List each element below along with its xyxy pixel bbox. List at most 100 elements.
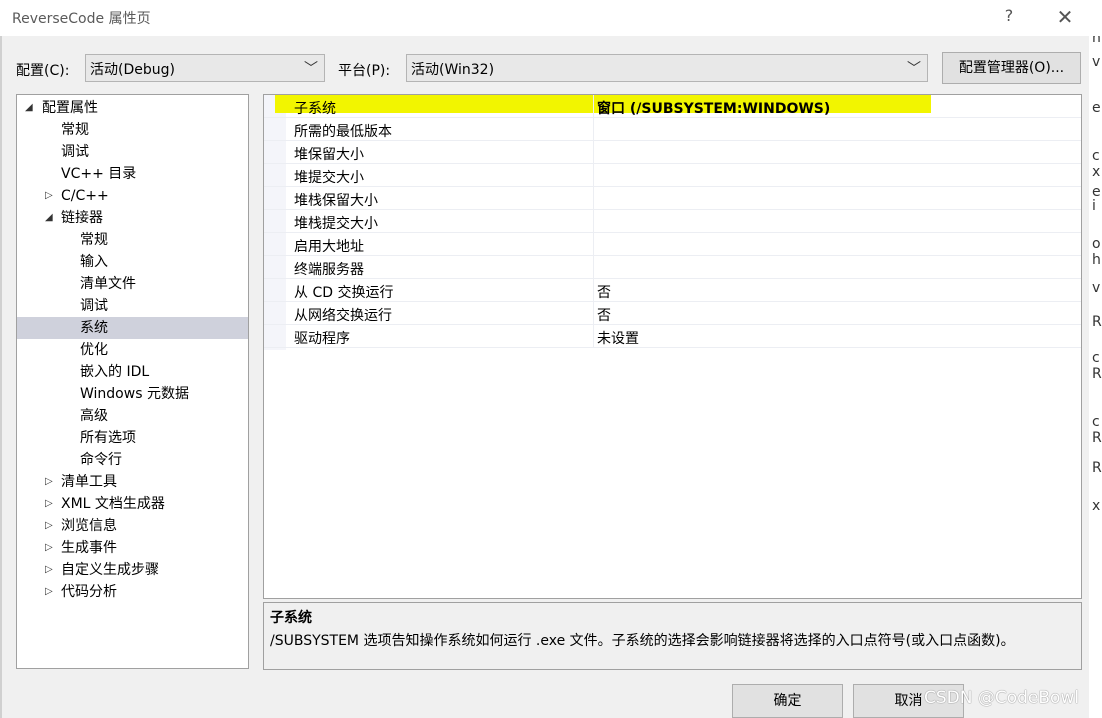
tree-item[interactable]: 常规: [17, 119, 248, 141]
tree-item-label: 常规: [80, 232, 108, 248]
expanded-arrow-icon[interactable]: ◢: [45, 207, 53, 229]
tree-item[interactable]: 输入: [17, 251, 248, 273]
background-window-text: x: [1092, 164, 1101, 180]
tree-item-label: 代码分析: [61, 584, 117, 600]
tree-item[interactable]: 常规: [17, 229, 248, 251]
tree-item[interactable]: VC++ 目录: [17, 163, 248, 185]
tree-item-label: 清单工具: [61, 474, 117, 490]
tree-item-label: 优化: [80, 342, 108, 358]
tree-item[interactable]: ▷ 代码分析: [17, 581, 248, 603]
tree-item[interactable]: 清单文件: [17, 273, 248, 295]
property-value[interactable]: 未设置: [597, 328, 639, 348]
column-separator: [593, 210, 594, 233]
collapsed-arrow-icon[interactable]: ▷: [45, 493, 53, 515]
tree-item[interactable]: 优化: [17, 339, 248, 361]
tree-item-label: 常规: [61, 122, 89, 138]
tree-item[interactable]: 系统: [17, 317, 248, 339]
tree-item[interactable]: ▷ C/C++: [17, 185, 248, 207]
property-name: 堆保留大小: [294, 147, 364, 163]
expanded-arrow-icon[interactable]: ◢: [25, 97, 33, 119]
tree-item[interactable]: 嵌入的 IDL: [17, 361, 248, 383]
tree-item-label: 输入: [80, 254, 108, 270]
tree-item-label: 高级: [80, 408, 108, 424]
property-row[interactable]: 驱动程序 未设置: [264, 325, 1081, 348]
collapsed-arrow-icon[interactable]: ▷: [45, 559, 53, 581]
tree-item[interactable]: ▷ XML 文档生成器: [17, 493, 248, 515]
platform-label: 平台(P):: [338, 63, 391, 79]
column-separator: [593, 256, 594, 279]
background-window-text: h: [1092, 252, 1101, 268]
tree-item[interactable]: 调试: [17, 141, 248, 163]
tree-item[interactable]: 调试: [17, 295, 248, 317]
tree-item-label: 浏览信息: [61, 518, 117, 534]
background-window-edge: [0, 36, 2, 718]
column-separator: [593, 233, 594, 256]
property-value[interactable]: 窗口 (/SUBSYSTEM:WINDOWS): [597, 98, 830, 118]
property-row[interactable]: 从 CD 交换运行 否: [264, 279, 1081, 302]
property-value[interactable]: 否: [597, 282, 611, 302]
tree-item-label: 清单文件: [80, 276, 136, 292]
background-window-text: c: [1092, 414, 1100, 430]
property-value[interactable]: 否: [597, 305, 611, 325]
tree-item[interactable]: ▷ 清单工具: [17, 471, 248, 493]
collapsed-arrow-icon[interactable]: ▷: [45, 537, 53, 559]
window-title: ReverseCode 属性页: [12, 11, 151, 27]
tree-item[interactable]: ▷ 自定义生成步骤: [17, 559, 248, 581]
tree-item-label: Windows 元数据: [80, 386, 189, 402]
collapsed-arrow-icon[interactable]: ▷: [45, 581, 53, 603]
tree-item[interactable]: 高级: [17, 405, 248, 427]
property-row[interactable]: 所需的最低版本: [264, 118, 1081, 141]
property-name: 终端服务器: [294, 262, 364, 278]
tree-item-label: C/C++: [61, 188, 109, 204]
tree-item[interactable]: ▷ 生成事件: [17, 537, 248, 559]
tree-item-label: 配置属性: [42, 100, 98, 116]
tree-item-label: XML 文档生成器: [61, 496, 165, 512]
property-name: 所需的最低版本: [294, 124, 392, 140]
property-row[interactable]: 堆栈提交大小: [264, 210, 1081, 233]
background-window-text: v: [1092, 54, 1101, 70]
column-separator: [593, 325, 594, 348]
property-row[interactable]: 堆栈保留大小: [264, 187, 1081, 210]
tree-item-label: 调试: [80, 298, 108, 314]
tree-item[interactable]: ▷ 浏览信息: [17, 515, 248, 537]
tree-item[interactable]: Windows 元数据: [17, 383, 248, 405]
platform-dropdown[interactable]: 活动(Win32) ﹀: [406, 54, 928, 82]
background-window-text: v: [1092, 280, 1101, 296]
tree-item-label: 所有选项: [80, 430, 136, 446]
ok-button[interactable]: 确定: [732, 684, 843, 718]
property-name: 堆栈提交大小: [294, 216, 378, 232]
property-name: 堆栈保留大小: [294, 193, 378, 209]
help-button[interactable]: ?: [1000, 6, 1018, 28]
property-name: 启用大地址: [294, 239, 364, 255]
collapsed-arrow-icon[interactable]: ▷: [45, 471, 53, 493]
collapsed-arrow-icon[interactable]: ▷: [45, 515, 53, 537]
watermark: CSDN @CodeBowl: [924, 688, 1080, 708]
column-separator: [593, 118, 594, 141]
property-row[interactable]: 启用大地址: [264, 233, 1081, 256]
background-window-text: i: [1092, 198, 1096, 214]
property-row[interactable]: 终端服务器: [264, 256, 1081, 279]
chevron-down-icon: ﹀: [304, 61, 318, 77]
tree-item[interactable]: ◢ 链接器: [17, 207, 248, 229]
property-row[interactable]: 堆提交大小: [264, 164, 1081, 187]
property-row[interactable]: 从网络交换运行 否: [264, 302, 1081, 325]
tree-item-label: 调试: [61, 144, 89, 160]
background-window-text: h: [1092, 36, 1101, 46]
background-window-text: o: [1092, 236, 1101, 252]
chevron-down-icon: ﹀: [907, 61, 921, 77]
config-dropdown[interactable]: 活动(Debug) ﹀: [85, 54, 325, 82]
property-grid: 子系统 窗口 (/SUBSYSTEM:WINDOWS) 所需的最低版本 堆保留大小 堆提…: [263, 94, 1082, 599]
property-name: 从 CD 交换运行: [294, 285, 394, 301]
background-window-text: c: [1092, 350, 1100, 366]
config-manager-button[interactable]: 配置管理器(O)...: [942, 52, 1081, 84]
tree-item[interactable]: ◢ 配置属性: [17, 97, 248, 119]
collapsed-arrow-icon[interactable]: ▷: [45, 185, 53, 207]
tree-item-label: 自定义生成步骤: [61, 562, 159, 578]
close-button[interactable]: ✕: [1052, 4, 1078, 30]
platform-dropdown-value: 活动(Win32): [411, 62, 495, 78]
tree-item[interactable]: 所有选项: [17, 427, 248, 449]
property-row[interactable]: 子系统 窗口 (/SUBSYSTEM:WINDOWS): [264, 95, 1081, 118]
background-window-text: c: [1092, 148, 1100, 164]
property-row[interactable]: 堆保留大小: [264, 141, 1081, 164]
tree-item[interactable]: 命令行: [17, 449, 248, 471]
